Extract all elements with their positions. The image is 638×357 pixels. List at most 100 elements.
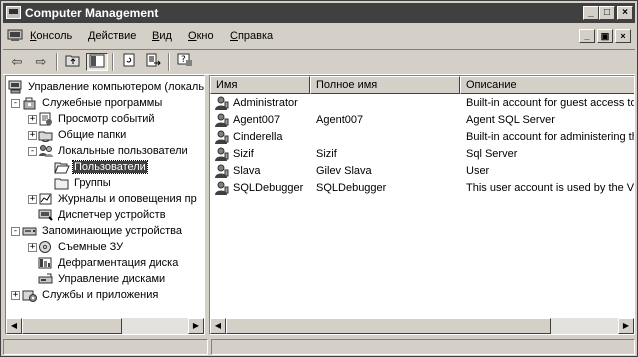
tree-item[interactable]: Общие папки (38, 127, 127, 143)
tree-item[interactable]: Управление дисками (38, 271, 166, 287)
scroll-thumb[interactable] (22, 318, 122, 334)
expand-button[interactable]: + (28, 243, 37, 252)
user-fullname-cell: SQLDebugger (316, 182, 387, 194)
user-name-cell: Agent007 (214, 112, 310, 129)
storage-icon (22, 227, 37, 236)
window-title: Computer Management (25, 6, 159, 20)
refresh-icon[interactable] (118, 53, 140, 71)
defrag-icon (38, 257, 52, 269)
child-restore-button[interactable]: ▣ (597, 29, 613, 43)
show-hide-tree-icon[interactable] (86, 53, 108, 71)
scroll-right-button[interactable]: ▶ (188, 318, 204, 334)
computer-icon (8, 80, 22, 94)
column-header-name[interactable]: Имя (210, 76, 310, 94)
menu-help[interactable]: Справка (230, 30, 273, 42)
export-list-icon[interactable] (142, 53, 164, 71)
expand-button[interactable]: + (28, 115, 37, 124)
back-icon[interactable]: ⇦ (6, 53, 28, 71)
removable-storage-icon (39, 241, 51, 254)
tree-item-label: Общие папки (58, 129, 127, 141)
console-window-icon[interactable] (7, 29, 23, 42)
tree-horizontal-scrollbar[interactable]: ◀ ▶ (6, 318, 204, 334)
list-item[interactable]: Sizif Sizif Sql Server (210, 146, 634, 163)
tree-item-label: Запоминающие устройства (42, 225, 183, 237)
user-icon (215, 164, 229, 179)
menu-bar: Консоль Действие Вид Окно Справка _ ▣ × (3, 25, 635, 47)
minimize-button[interactable]: _ (583, 6, 599, 20)
tree-item-label: Локальные пользователи (58, 145, 188, 157)
scroll-left-button[interactable]: ◀ (6, 318, 22, 334)
toolbar: ⇦ ⇨ ? (3, 49, 635, 75)
tree-item-label: Пользователи (72, 160, 148, 174)
expand-button[interactable]: + (11, 291, 20, 300)
tree-item-label: Диспетчер устройств (58, 209, 166, 221)
user-name-cell: Sizif (214, 146, 310, 163)
list-item[interactable]: Administrator Built-in account for guest … (210, 95, 634, 112)
svg-text:?: ? (181, 55, 186, 65)
collapse-button[interactable]: - (11, 99, 20, 108)
tree-item[interactable]: Локальные пользователи (38, 143, 189, 159)
menu-action[interactable]: Действие (88, 30, 136, 42)
scroll-left-button[interactable]: ◀ (210, 318, 226, 334)
tree-item[interactable]: Журналы и оповещения пр (38, 191, 198, 207)
close-button[interactable]: × (617, 6, 633, 20)
menu-window[interactable]: Окно (188, 30, 214, 42)
child-close-button[interactable]: × (615, 29, 631, 43)
disk-management-icon (38, 273, 53, 284)
user-name-cell: SQLDebugger (214, 180, 310, 197)
tree-item[interactable]: Группы (54, 175, 112, 191)
tree-item-label: Съемные ЗУ (58, 241, 124, 253)
column-header-description[interactable]: Описание (460, 76, 634, 94)
list-item[interactable]: Cinderella Built-in account for administe… (210, 129, 634, 146)
tree-item-label: Просмотр событий (58, 113, 155, 125)
user-icon (215, 113, 229, 128)
help-icon[interactable]: ? (174, 53, 196, 71)
list-item[interactable]: Slava Gilev Slava User (210, 163, 634, 180)
toolbar-separator (168, 53, 170, 71)
user-name-cell: Cinderella (214, 129, 310, 146)
collapse-button[interactable]: - (11, 227, 20, 236)
child-minimize-button[interactable]: _ (579, 29, 595, 43)
menu-view[interactable]: Вид (152, 30, 172, 42)
expand-button[interactable]: + (28, 195, 37, 204)
computer-management-window: Computer Management _ □ × Консоль Действ… (0, 0, 638, 357)
column-header-fullname[interactable]: Полное имя (310, 76, 460, 94)
user-description-cell: Agent SQL Server (466, 114, 555, 126)
scroll-right-button[interactable]: ▶ (618, 318, 634, 334)
maximize-button[interactable]: □ (599, 6, 615, 20)
scroll-thumb[interactable] (226, 318, 551, 334)
user-icon (215, 147, 229, 162)
user-name-cell: Slava (214, 163, 310, 180)
shared-folders-icon (38, 131, 53, 143)
tree-item-label: Служебные программы (42, 97, 163, 109)
expand-button[interactable]: + (28, 131, 37, 140)
computer-management-icon (6, 6, 21, 19)
console-tree[interactable]: Управление компьютером (локаль - Служебные… (5, 75, 205, 335)
list-item[interactable]: SQLDebugger SQLDebugger This user account … (210, 180, 634, 197)
device-manager-icon (38, 209, 53, 221)
tree-item[interactable]: Пользователи (54, 159, 148, 175)
tree-item[interactable]: Запоминающие устройства (22, 223, 183, 239)
tree-item[interactable]: Дефрагментация диска (38, 255, 179, 271)
folder-icon (54, 178, 69, 190)
tree-item[interactable]: Просмотр событий (38, 111, 156, 127)
menu-console[interactable]: Консоль (30, 30, 72, 42)
up-folder-icon[interactable] (62, 53, 84, 71)
collapse-button[interactable]: - (28, 147, 37, 156)
list-horizontal-scrollbar[interactable]: ◀ ▶ (210, 318, 634, 334)
status-panel (211, 339, 635, 355)
user-description-cell: Built-in account for guest access to (466, 97, 634, 109)
tree-item[interactable]: Съемные ЗУ (38, 239, 124, 255)
user-description-cell: This user account is used by the Vis (466, 182, 634, 194)
user-icon (215, 96, 229, 111)
forward-icon[interactable]: ⇨ (30, 53, 52, 71)
title-bar[interactable]: Computer Management _ □ × (3, 3, 635, 23)
services-apps-icon (22, 290, 37, 303)
tree-item[interactable]: Служебные программы (22, 95, 163, 111)
tree-item[interactable]: Диспетчер устройств (38, 207, 167, 223)
details-list: Имя Полное имя Описание Administrator Bui… (209, 75, 635, 335)
list-item[interactable]: Agent007 Agent007 Agent SQL Server (210, 112, 634, 129)
tree-item[interactable]: Управление компьютером (локаль (8, 79, 204, 95)
tree-item-label: Службы и приложения (42, 289, 159, 301)
tree-item[interactable]: Службы и приложения (22, 287, 159, 303)
